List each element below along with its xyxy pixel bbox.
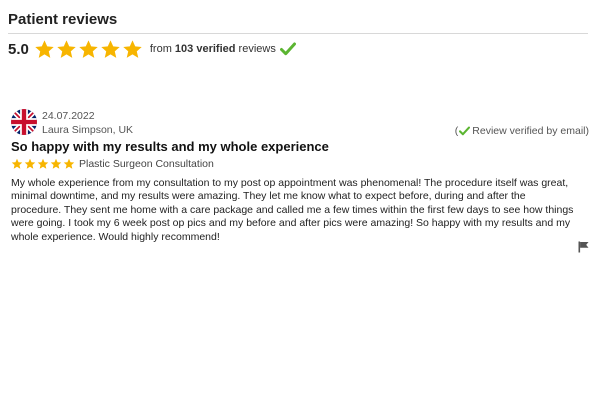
star-icon [123,39,142,58]
check-icon [459,126,471,136]
star-icon [37,158,49,169]
average-stars [34,39,144,60]
check-icon [279,42,296,56]
star-icon [101,39,120,58]
review-title: So happy with my results and my whole ex… [11,139,329,154]
star-icon [63,158,75,169]
verified-text: Review verified by email) [472,125,589,137]
star-icon [50,158,62,169]
review-body: My whole experience from my consultation… [11,177,574,243]
report-flag-icon[interactable] [578,241,589,253]
star-icon [35,39,54,58]
from-label: from [149,43,172,55]
star-icon [79,39,98,58]
review-count-text: from 103 verified reviews [150,43,276,55]
review-count: 103 verified [174,43,236,55]
review-rating: Plastic Surgeon Consultation [11,158,214,170]
review-author: Laura Simpson, UK [42,124,134,136]
review-category: Plastic Surgeon Consultation [79,158,214,170]
star-icon [24,158,36,169]
page-title: Patient reviews [8,11,118,28]
rating-summary: 5.0 from 103 verified reviews [8,37,296,61]
heading-divider [8,33,588,34]
verified-badge: ( Review verified by email) [454,125,589,137]
review-date: 24.07.2022 [42,110,95,122]
reviews-label: reviews [238,43,276,55]
average-score: 5.0 [8,40,29,58]
star-icon [57,39,76,58]
uk-flag-icon [11,109,37,135]
star-icon [11,158,23,169]
